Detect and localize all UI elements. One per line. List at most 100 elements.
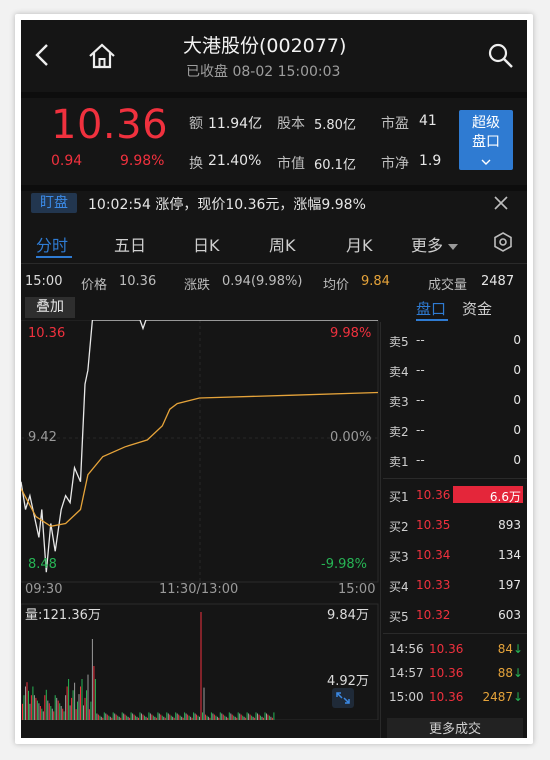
volume-bar — [132, 713, 134, 720]
volume-bar — [36, 700, 38, 720]
volume-bar — [255, 712, 257, 720]
volume-bar — [74, 682, 76, 720]
more-trades-button[interactable]: 更多成交 — [387, 718, 523, 738]
volume-bar — [225, 716, 227, 720]
volume-bar — [160, 714, 162, 720]
y-axis-mid: 9.42 — [28, 430, 57, 445]
tab-more[interactable]: 更多 — [411, 232, 459, 256]
home-icon[interactable] — [87, 42, 117, 70]
volume-bar — [209, 717, 211, 720]
volume-bar — [145, 716, 147, 720]
ask-label-2: 卖2 — [389, 425, 409, 439]
bid-price-2: 10.35 — [416, 518, 451, 532]
volume-bar — [167, 713, 169, 720]
volume-bar — [42, 711, 44, 720]
ask-price-3: -- — [416, 393, 425, 407]
volume-bar — [84, 697, 86, 720]
tab-intraday[interactable]: 分时 — [36, 232, 68, 256]
volume-bar — [121, 712, 123, 720]
volume-bar — [273, 712, 275, 720]
volume-bar — [71, 697, 73, 720]
trade-price-1: 10.36 — [429, 642, 464, 656]
super-orderbook-button[interactable]: 超级 盘口 — [459, 110, 513, 170]
ask-volume-4: 0 — [513, 363, 521, 377]
volume-bar — [112, 712, 114, 720]
volume-bar — [158, 713, 160, 720]
overlay-button[interactable]: 叠加 — [25, 297, 75, 318]
volume-bar — [109, 716, 111, 720]
volume-bar — [47, 700, 49, 720]
volume-bar — [149, 713, 151, 720]
tab-monthly-k[interactable]: 月K — [346, 232, 373, 256]
bid-rows: 买1 10.36 6.6万 买2 10.35 893 买3 10.34 134 … — [383, 479, 527, 629]
volume-bar — [199, 716, 200, 720]
volume-bar — [51, 708, 53, 720]
tab-five-day[interactable]: 五日 — [114, 232, 146, 256]
ask-label-5: 卖5 — [389, 335, 409, 349]
bid-price-5: 10.32 — [416, 608, 451, 622]
volume-bar — [72, 690, 74, 720]
volume-bar — [97, 714, 99, 720]
volume-bar — [193, 712, 195, 720]
bid-volume-5: 603 — [498, 608, 521, 622]
volume-bar — [206, 715, 208, 720]
volume-bar — [169, 714, 171, 720]
search-icon[interactable] — [487, 42, 515, 70]
volume-bar — [111, 717, 113, 720]
volume-bar — [194, 713, 196, 720]
volume-bar — [57, 700, 59, 720]
volume-bar — [263, 717, 264, 720]
volume-bar — [179, 715, 181, 720]
header-divider — [21, 92, 527, 98]
volume-bar — [130, 712, 132, 720]
volume-bar — [221, 713, 223, 720]
volume-bar — [59, 703, 61, 720]
side-tab-orderbook[interactable]: 盘口 — [416, 298, 446, 319]
page-title: 大港股份(002077) — [183, 35, 347, 57]
expand-arrows-icon[interactable] — [332, 688, 354, 708]
x-axis-mid: 11:30/13:00 — [159, 582, 239, 597]
volume-bar — [45, 689, 47, 720]
ask-volume-1: 0 — [513, 453, 521, 467]
trade-time-2: 14:57 — [389, 666, 424, 680]
volume-bar — [254, 717, 256, 720]
current-price: 10.36 — [51, 102, 169, 148]
volume-bar — [267, 714, 269, 720]
pe-label: 市盈 — [381, 116, 409, 132]
info-price-value: 10.36 — [119, 274, 157, 289]
trade-price-3: 10.36 — [429, 690, 464, 704]
volume-bar — [268, 715, 270, 720]
ask-price-1: -- — [416, 453, 425, 467]
tab-weekly-k[interactable]: 周K — [269, 232, 296, 256]
intraday-chart — [21, 320, 379, 720]
volume-bar — [32, 686, 34, 720]
volume-bar — [69, 705, 71, 720]
volume-bar — [163, 716, 165, 720]
volume-bar — [93, 666, 95, 720]
volume-bar — [173, 717, 175, 720]
volume-bar — [270, 716, 272, 720]
volume-bar — [144, 715, 145, 720]
tab-daily-k[interactable]: 日K — [193, 232, 220, 256]
super-orderbook-line1: 超级 — [472, 115, 500, 131]
volume-bar — [53, 711, 55, 720]
volume-bar — [41, 708, 43, 720]
volume-bar — [240, 714, 242, 720]
info-change-label: 涨跌 — [184, 278, 211, 293]
close-icon[interactable] — [493, 195, 509, 211]
volume-bar — [260, 715, 261, 720]
back-chevron-icon[interactable] — [31, 42, 53, 68]
turnover-value: 21.40% — [208, 153, 262, 169]
volume-bar — [106, 714, 108, 720]
settings-hexagon-icon[interactable] — [492, 231, 514, 253]
ask-price-4: -- — [416, 363, 425, 377]
volume-bar — [242, 715, 244, 720]
side-tab-capital[interactable]: 资金 — [462, 298, 492, 319]
amount-value: 11.94亿 — [208, 116, 263, 132]
watch-tag: 盯盘 — [31, 193, 77, 213]
chevron-down-icon — [481, 159, 491, 165]
volume-bar — [139, 712, 141, 720]
active-tab-underline — [36, 256, 72, 258]
volume-bar — [83, 705, 84, 720]
volume-bar — [81, 679, 83, 720]
